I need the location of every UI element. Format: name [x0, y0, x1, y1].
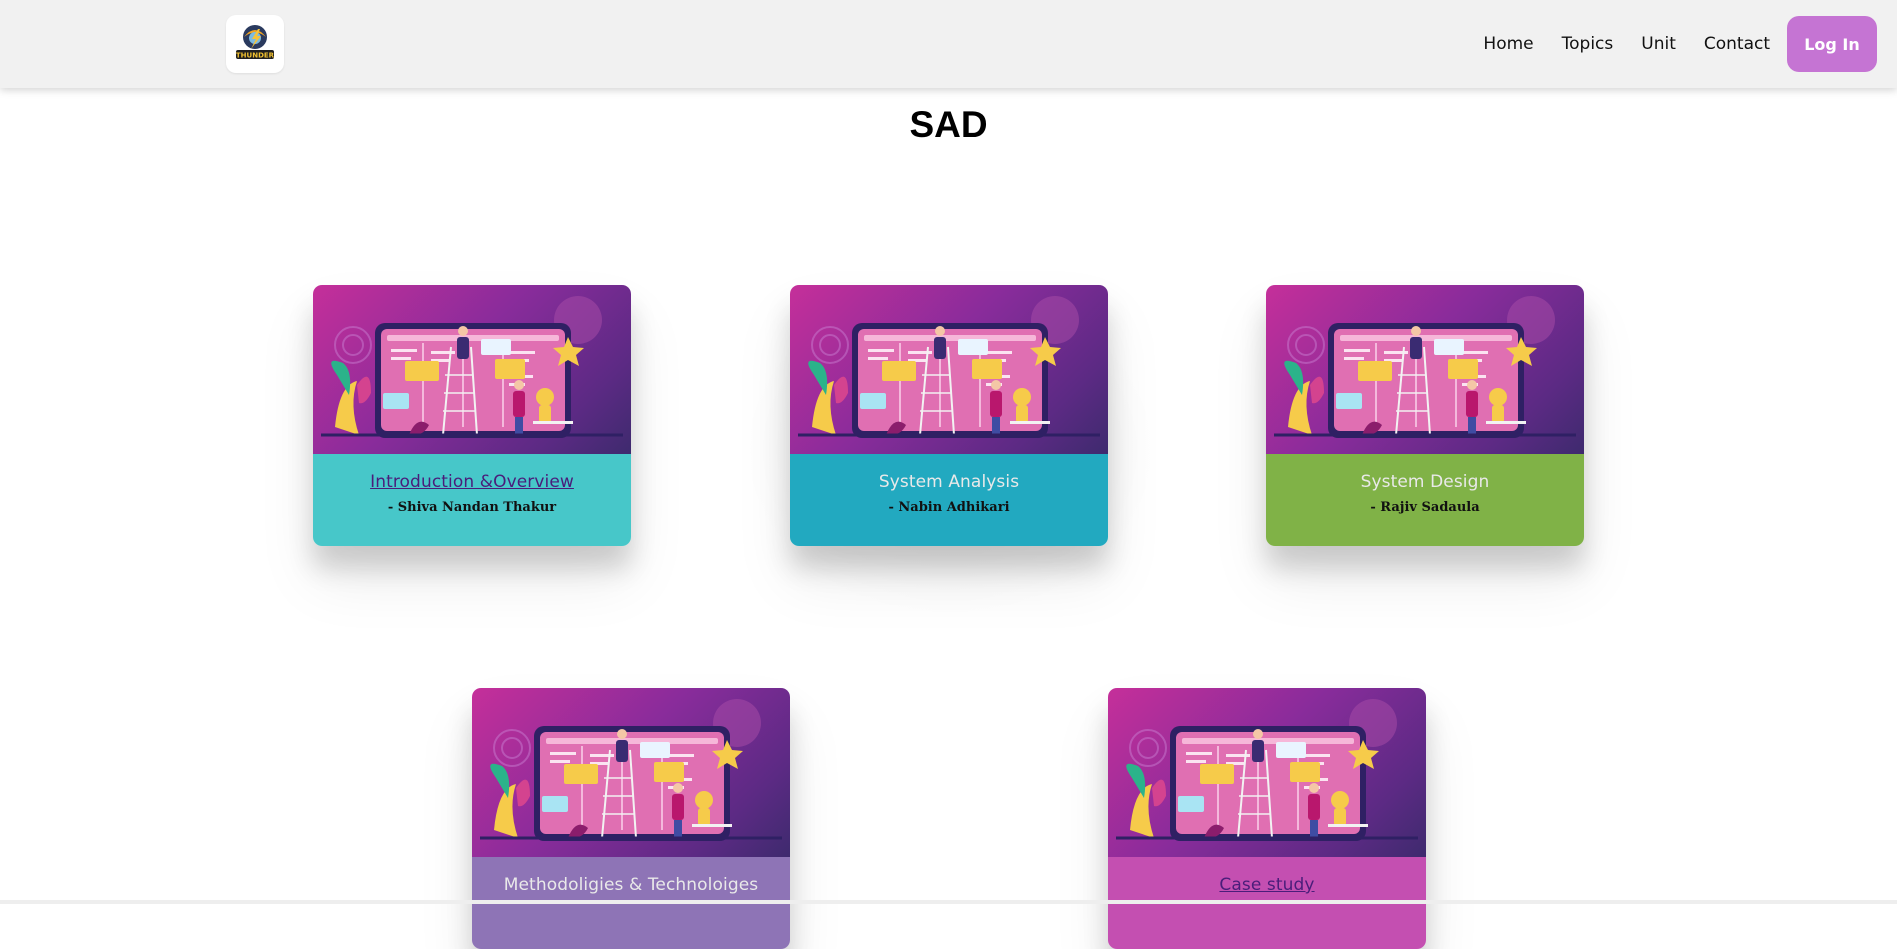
login-button[interactable]: Log In: [1787, 16, 1877, 72]
card-topic-link[interactable]: Methodoligies & Technoloiges: [504, 875, 759, 895]
card-topic-link[interactable]: Introduction &Overview: [370, 472, 574, 492]
topic-card[interactable]: System Analysis - Nabin Adhikari: [790, 285, 1108, 546]
nav-contact[interactable]: Contact: [1704, 34, 1770, 54]
main-nav: Home Topics Unit Contact Log In: [1483, 16, 1877, 72]
nav-unit[interactable]: Unit: [1641, 34, 1676, 54]
topic-card[interactable]: Methodoligies & Technoloiges: [472, 688, 790, 949]
team-kanban-illustration-icon: [1108, 688, 1426, 857]
team-kanban-illustration-icon: [313, 285, 631, 454]
team-kanban-illustration-icon: [472, 688, 790, 857]
card-topic-link[interactable]: Case study: [1219, 875, 1314, 895]
top-navbar: THUNDER Home Topics Unit Contact Log In: [0, 0, 1897, 88]
topic-card[interactable]: Introduction &Overview - Shiva Nandan Th…: [313, 285, 631, 546]
topic-card[interactable]: Case study: [1108, 688, 1426, 949]
card-author: - Rajiv Sadaula: [1370, 500, 1480, 515]
page-title: SAD: [909, 104, 988, 145]
team-kanban-illustration-icon: [1266, 285, 1584, 454]
card-topic-link[interactable]: System Analysis: [879, 472, 1019, 492]
team-kanban-illustration-icon: [790, 285, 1108, 454]
card-author: - Shiva Nandan Thakur: [387, 500, 557, 515]
nav-home[interactable]: Home: [1483, 34, 1533, 54]
nav-topics[interactable]: Topics: [1562, 34, 1614, 54]
card-author: - Nabin Adhikari: [888, 500, 1010, 515]
thunder-logo-icon[interactable]: THUNDER: [226, 15, 284, 73]
topic-card[interactable]: System Design - Rajiv Sadaula: [1266, 285, 1584, 546]
card-footer: Introduction &Overview - Shiva Nandan Th…: [313, 454, 631, 546]
logo-wordmark: THUNDER: [236, 52, 275, 60]
card-footer: System Analysis - Nabin Adhikari: [790, 454, 1108, 546]
card-footer: System Design - Rajiv Sadaula: [1266, 454, 1584, 546]
page-bottom-edge: [0, 900, 1897, 904]
card-topic-link[interactable]: System Design: [1361, 472, 1490, 492]
